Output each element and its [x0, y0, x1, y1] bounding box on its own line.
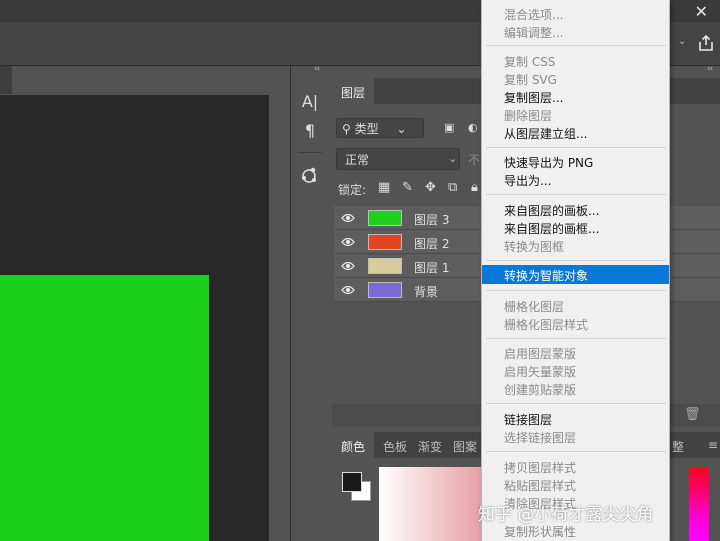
- tab-color[interactable]: 颜色: [341, 438, 365, 455]
- eye-icon[interactable]: [341, 213, 355, 223]
- layer-filter-label: ⚲ 类型 ⌄: [342, 122, 407, 136]
- paragraph-icon[interactable]: ¶: [300, 121, 320, 141]
- layer-thumbnail: [368, 258, 402, 274]
- menu-item-enable-vector-mask[interactable]: 启用矢量蒙版: [504, 363, 576, 380]
- panel-icon-strip: [291, 78, 331, 541]
- menu-item-enable-layer-mask[interactable]: 启用图层蒙版: [504, 345, 576, 362]
- menu-item-group-from-layers[interactable]: 从图层建立组...: [504, 125, 587, 142]
- eye-icon[interactable]: [341, 285, 355, 295]
- eye-icon[interactable]: [341, 237, 355, 247]
- lock-label: 锁定:: [338, 183, 367, 197]
- close-icon[interactable]: ✕: [695, 2, 708, 21]
- menu-separator: [486, 194, 666, 195]
- menu-separator: [486, 260, 666, 261]
- lock-all-icon[interactable]: 🔒︎: [471, 180, 478, 195]
- menu-separator: [486, 147, 666, 148]
- layer-name: 背景: [414, 285, 439, 299]
- lock-position-icon[interactable]: ✥: [425, 180, 436, 195]
- menu-item-create-clipping-mask[interactable]: 创建剪贴蒙版: [504, 381, 576, 398]
- trash-icon[interactable]: 🗑︎: [684, 407, 701, 422]
- panel-menu-icon[interactable]: ≡: [708, 438, 718, 452]
- menu-separator: [486, 290, 666, 291]
- menu-separator: [486, 451, 666, 452]
- chevron-down-icon: ⌄: [396, 122, 407, 136]
- menu-item-paste-layer-style[interactable]: 粘贴图层样式: [504, 477, 576, 494]
- lock-artboard-icon[interactable]: ⧉: [448, 180, 457, 195]
- layer-name: 图层 1: [414, 261, 450, 275]
- search-icon: ⚲: [342, 122, 351, 136]
- tab-layers[interactable]: 图层: [332, 78, 374, 104]
- green-layer-shape: [0, 275, 209, 541]
- eye-icon[interactable]: [341, 261, 355, 271]
- layer-thumbnail: [368, 282, 402, 298]
- menu-item-artboard-from-layers[interactable]: 来自图层的画板...: [504, 202, 599, 219]
- lock-image-pixels-icon[interactable]: ✎: [402, 180, 413, 195]
- menu-item-duplicate-layer[interactable]: 复制图层...: [504, 89, 563, 106]
- character-icon[interactable]: A|: [300, 92, 320, 112]
- menu-item-frame-from-layers[interactable]: 来自图层的画框...: [504, 220, 599, 237]
- menu-item-rasterize-layer[interactable]: 栅格化图层: [504, 298, 564, 315]
- tab-gradients[interactable]: 渐变: [418, 438, 442, 455]
- menu-item-delete-layer[interactable]: 删除图层: [504, 107, 552, 124]
- layer-thumbnail: [368, 234, 402, 250]
- menu-item-copy-svg[interactable]: 复制 SVG: [504, 71, 557, 88]
- menu-item-quick-export-png[interactable]: 快速导出为 PNG: [504, 154, 593, 171]
- menu-item-select-linked-layers[interactable]: 选择链接图层: [504, 429, 576, 446]
- share-icon[interactable]: [697, 34, 715, 52]
- layer-name: 图层 3: [414, 213, 450, 227]
- menu-item-export-as[interactable]: 导出为...: [504, 172, 551, 189]
- foreground-color-swatch[interactable]: [342, 472, 362, 492]
- watermark: 知乎 @小荷才露尖尖角: [478, 505, 654, 525]
- menu-item-convert-to-frame[interactable]: 转换为图框: [504, 238, 564, 255]
- menu-item-convert-to-smart-object[interactable]: 转换为智能对象: [504, 267, 588, 284]
- opacity-label: 不: [468, 153, 481, 167]
- menu-item-copy-shape-attributes[interactable]: 复制形状属性: [504, 523, 576, 540]
- layer-name: 图层 2: [414, 237, 450, 251]
- collapse-panels-icon[interactable]: ‹‹: [707, 64, 713, 74]
- menu-item-copy-layer-style[interactable]: 拷贝图层样式: [504, 459, 576, 476]
- properties-icon[interactable]: [300, 165, 320, 185]
- collapse-panels-icon[interactable]: ‹‹: [314, 64, 320, 74]
- tab-swatches[interactable]: 色板: [383, 438, 407, 455]
- tab-patterns[interactable]: 图案: [453, 438, 477, 455]
- layer-thumbnail: [368, 210, 402, 226]
- document-tab[interactable]: [0, 66, 12, 94]
- menu-item-rasterize-layer-style[interactable]: 栅格化图层样式: [504, 316, 588, 333]
- hue-slider[interactable]: [689, 467, 709, 541]
- menu-separator: [486, 403, 666, 404]
- chevron-down-icon[interactable]: ⌄: [678, 36, 686, 47]
- menu-item-link-layers[interactable]: 链接图层: [504, 411, 552, 428]
- chevron-down-icon: ⌄: [448, 152, 458, 165]
- tool-separator: [298, 152, 322, 153]
- menu-item-copy-css[interactable]: 复制 CSS: [504, 53, 555, 70]
- color-picker-field[interactable]: [379, 467, 481, 541]
- menu-item-blending-options[interactable]: 混合选项...: [504, 6, 563, 23]
- adjustment-filter-icon[interactable]: ◐: [468, 121, 478, 134]
- menu-separator: [486, 45, 666, 46]
- menu-item-edit-adjustment[interactable]: 编辑调整...: [504, 24, 563, 41]
- tab-adjustments-partial[interactable]: 整: [672, 438, 684, 455]
- blend-mode-value: 正常: [345, 153, 370, 167]
- lock-transparent-pixels-icon[interactable]: ▦: [378, 180, 390, 195]
- menu-separator: [486, 338, 666, 339]
- image-filter-icon[interactable]: ▣: [444, 121, 454, 134]
